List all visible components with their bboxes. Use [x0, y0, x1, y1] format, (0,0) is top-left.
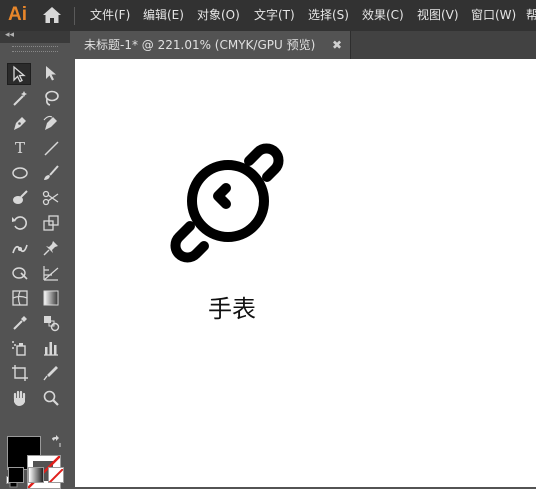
menu-bar: Ai 文件(F) 编辑(E) 对象(O) 文字(T) 选择(S) 效果(C) 视… — [0, 0, 536, 31]
gradient-mode-button[interactable] — [28, 467, 44, 483]
tool-rotate[interactable] — [9, 213, 31, 233]
swap-fill-stroke-icon[interactable] — [50, 435, 62, 447]
watch-hands — [213, 183, 231, 209]
artboard-canvas[interactable]: 手表 — [75, 59, 536, 487]
artboard-icon — [12, 365, 28, 381]
blob-brush-icon — [13, 190, 28, 204]
direct-selection-icon — [46, 66, 56, 81]
menu-file[interactable]: 文件(F) — [90, 0, 130, 31]
zoom-icon — [43, 390, 59, 406]
tool-paintbrush[interactable] — [40, 163, 62, 183]
mesh-icon — [12, 290, 28, 306]
tool-puppet-warp[interactable] — [9, 238, 31, 258]
document-tab-title: 未标题-1* @ 221.01% (CMYK/GPU 预览) — [84, 38, 316, 52]
column-graph-icon — [44, 342, 58, 356]
shape-builder-icon — [12, 267, 28, 280]
close-tab-icon[interactable]: ✖ — [332, 31, 342, 59]
tools-panel-header[interactable]: ◂◂ — [0, 30, 70, 43]
tools-panel: ◂◂ T — [0, 30, 70, 489]
tool-perspective-grid[interactable] — [40, 263, 62, 283]
tool-artboard[interactable] — [9, 363, 31, 383]
collapse-icon[interactable]: ◂◂ — [5, 30, 14, 40]
tool-line[interactable] — [40, 138, 62, 158]
puppet-warp-icon — [12, 244, 28, 254]
home-icon[interactable] — [42, 6, 62, 24]
tool-type[interactable]: T — [9, 138, 31, 158]
tool-shape-builder[interactable] — [9, 263, 31, 283]
tool-hand[interactable] — [9, 388, 31, 408]
tool-gradient[interactable] — [40, 288, 62, 308]
tool-curvature[interactable] — [40, 113, 62, 133]
pen-icon — [14, 117, 26, 130]
lasso-icon — [45, 90, 59, 106]
pin-icon — [43, 241, 58, 256]
tool-slice[interactable] — [40, 363, 62, 383]
selection-icon — [13, 65, 26, 83]
artwork-caption[interactable]: 手表 — [208, 289, 256, 324]
slice-icon — [43, 366, 58, 381]
tool-magic-wand[interactable] — [9, 88, 31, 108]
perspective-grid-icon — [43, 266, 59, 281]
scale-icon — [43, 215, 59, 231]
menu-effect[interactable]: 效果(C) — [362, 0, 404, 31]
panel-grip[interactable] — [12, 46, 58, 52]
tool-ellipse[interactable] — [9, 163, 31, 183]
tool-column-graph[interactable] — [40, 338, 62, 358]
menu-help[interactable]: 帮 — [526, 0, 536, 31]
tool-pin[interactable] — [40, 238, 62, 258]
document-tab-bar: 未标题-1* @ 221.01% (CMYK/GPU 预览) ✖ — [75, 31, 536, 59]
menu-edit[interactable]: 编辑(E) — [143, 0, 184, 31]
tool-blend[interactable] — [40, 313, 62, 333]
gradient-icon — [43, 290, 59, 306]
eyedropper-icon — [13, 316, 27, 330]
rotate-icon — [12, 216, 27, 230]
menu-window[interactable]: 窗口(W) — [471, 0, 516, 31]
menu-object[interactable]: 对象(O) — [197, 0, 240, 31]
tool-lasso[interactable] — [40, 88, 62, 108]
paintbrush-icon — [44, 165, 59, 180]
tool-scale[interactable] — [40, 213, 62, 233]
tool-pen[interactable] — [9, 113, 31, 133]
type-icon: T — [14, 139, 25, 157]
none-mode-button[interactable] — [48, 467, 64, 483]
menu-view[interactable]: 视图(V) — [417, 0, 459, 31]
app-logo: Ai — [8, 4, 27, 25]
symbol-sprayer-icon — [12, 341, 26, 356]
curvature-icon — [43, 115, 57, 130]
document-tab[interactable]: 未标题-1* @ 221.01% (CMYK/GPU 预览) ✖ — [75, 31, 351, 59]
tool-zoom[interactable] — [40, 388, 62, 408]
tool-symbol-sprayer[interactable] — [9, 338, 31, 358]
tool-selection[interactable] — [7, 63, 31, 85]
tool-eyedropper[interactable] — [9, 313, 31, 333]
tool-scissors[interactable] — [40, 188, 62, 208]
scissors-icon — [42, 190, 59, 206]
hand-icon — [13, 390, 26, 406]
menu-type[interactable]: 文字(T) — [254, 0, 295, 31]
menu-select[interactable]: 选择(S) — [308, 0, 349, 31]
color-mode-button[interactable] — [8, 467, 24, 483]
watch-artwork[interactable] — [162, 134, 307, 279]
line-icon — [44, 141, 59, 156]
tool-direct-selection[interactable] — [40, 63, 62, 83]
none-icon — [49, 468, 63, 482]
watch-strap-bottom — [170, 221, 209, 263]
tool-mesh[interactable] — [9, 288, 31, 308]
ellipse-icon — [12, 167, 28, 179]
menu-separator — [74, 7, 75, 25]
blend-icon — [44, 316, 60, 332]
magic-wand-icon — [13, 91, 27, 106]
tool-blob-brush[interactable] — [9, 188, 31, 208]
